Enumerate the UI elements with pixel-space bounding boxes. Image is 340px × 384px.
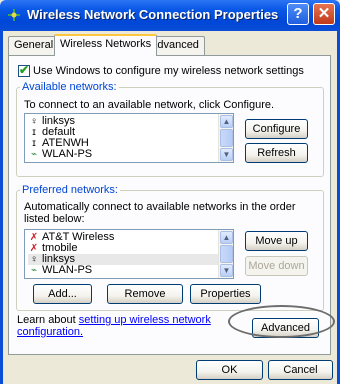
ok-button[interactable]: OK	[196, 360, 263, 380]
preferred-instruction: Automatically connect to available netwo…	[24, 201, 296, 225]
available-scrollbar[interactable]: ▲ ▼	[218, 114, 233, 162]
network-connection-icon	[6, 7, 22, 23]
preferred-scrollbar[interactable]: ▲ ▼	[218, 230, 233, 278]
advanced-button[interactable]: Advanced	[252, 318, 319, 338]
available-instruction: To connect to an available network, clic…	[24, 99, 275, 111]
learn-about-text: Learn about setting up wireless network	[17, 314, 211, 326]
window-frame-left	[0, 31, 3, 384]
cancel-button[interactable]: Cancel	[268, 360, 333, 380]
tab-panel-wireless-networks: ✔ Use Windows to configure my wireless n…	[8, 55, 331, 355]
refresh-button[interactable]: Refresh	[245, 143, 308, 163]
scroll-up-arrow-icon[interactable]: ▲	[220, 115, 233, 128]
list-item[interactable]: ⌁ WLAN-PS	[28, 149, 92, 161]
close-button[interactable]: ✕	[313, 3, 335, 25]
move-down-button[interactable]: Move down	[245, 256, 308, 276]
remove-button[interactable]: Remove	[107, 284, 183, 304]
setup-wireless-link[interactable]: setting up wireless network	[79, 314, 211, 326]
wireless-antenna-icon: ⌁	[30, 265, 38, 276]
preferred-networks-list[interactable]: ✗ AT&T Wireless ✗ tmobile ♀ linksys ⌁ WLAN-P…	[24, 229, 234, 279]
help-button[interactable]: ?	[287, 3, 309, 25]
wireless-antenna-icon: ♀	[30, 116, 38, 127]
configure-button[interactable]: Configure	[245, 119, 308, 139]
adhoc-icon: ɪ	[32, 138, 36, 149]
scroll-down-arrow-icon[interactable]: ▼	[220, 264, 233, 277]
window-title: Wireless Network Connection Properties	[27, 7, 279, 22]
checkmark-icon: ✔	[19, 63, 30, 77]
list-item[interactable]: ⌁ WLAN-PS	[28, 265, 92, 277]
use-windows-checkbox[interactable]: ✔	[18, 63, 30, 77]
title-bar[interactable]: Wireless Network Connection Properties ?…	[0, 0, 340, 31]
tab-general[interactable]: General	[8, 36, 60, 55]
scroll-up-arrow-icon[interactable]: ▲	[220, 231, 233, 244]
wireless-antenna-icon: ♀	[30, 254, 38, 265]
scroll-down-arrow-icon[interactable]: ▼	[220, 148, 233, 161]
add-button[interactable]: Add...	[33, 284, 92, 304]
move-up-button[interactable]: Move up	[245, 231, 308, 251]
unavailable-network-icon: ✗	[29, 232, 39, 243]
scroll-thumb[interactable]	[220, 129, 233, 147]
unavailable-network-icon: ✗	[29, 243, 39, 254]
scroll-thumb[interactable]	[220, 245, 233, 263]
setup-wireless-link-continued[interactable]: configuration.	[17, 326, 83, 338]
wireless-antenna-icon: ⌁	[30, 149, 38, 160]
preferred-networks-title: Preferred networks:	[20, 184, 120, 196]
learn-about-text-line2: configuration.	[17, 326, 83, 338]
tab-wireless-networks[interactable]: Wireless Networks	[54, 34, 158, 56]
use-windows-label[interactable]: Use Windows to configure my wireless net…	[33, 65, 304, 77]
available-networks-title: Available networks:	[20, 81, 119, 93]
adhoc-icon: ɪ	[32, 127, 36, 138]
available-networks-list[interactable]: ♀ linksys ɪ default ɪ ATENWH ⌁ WLAN-PS ▲ ▼	[24, 113, 234, 163]
properties-button[interactable]: Properties	[190, 284, 261, 304]
